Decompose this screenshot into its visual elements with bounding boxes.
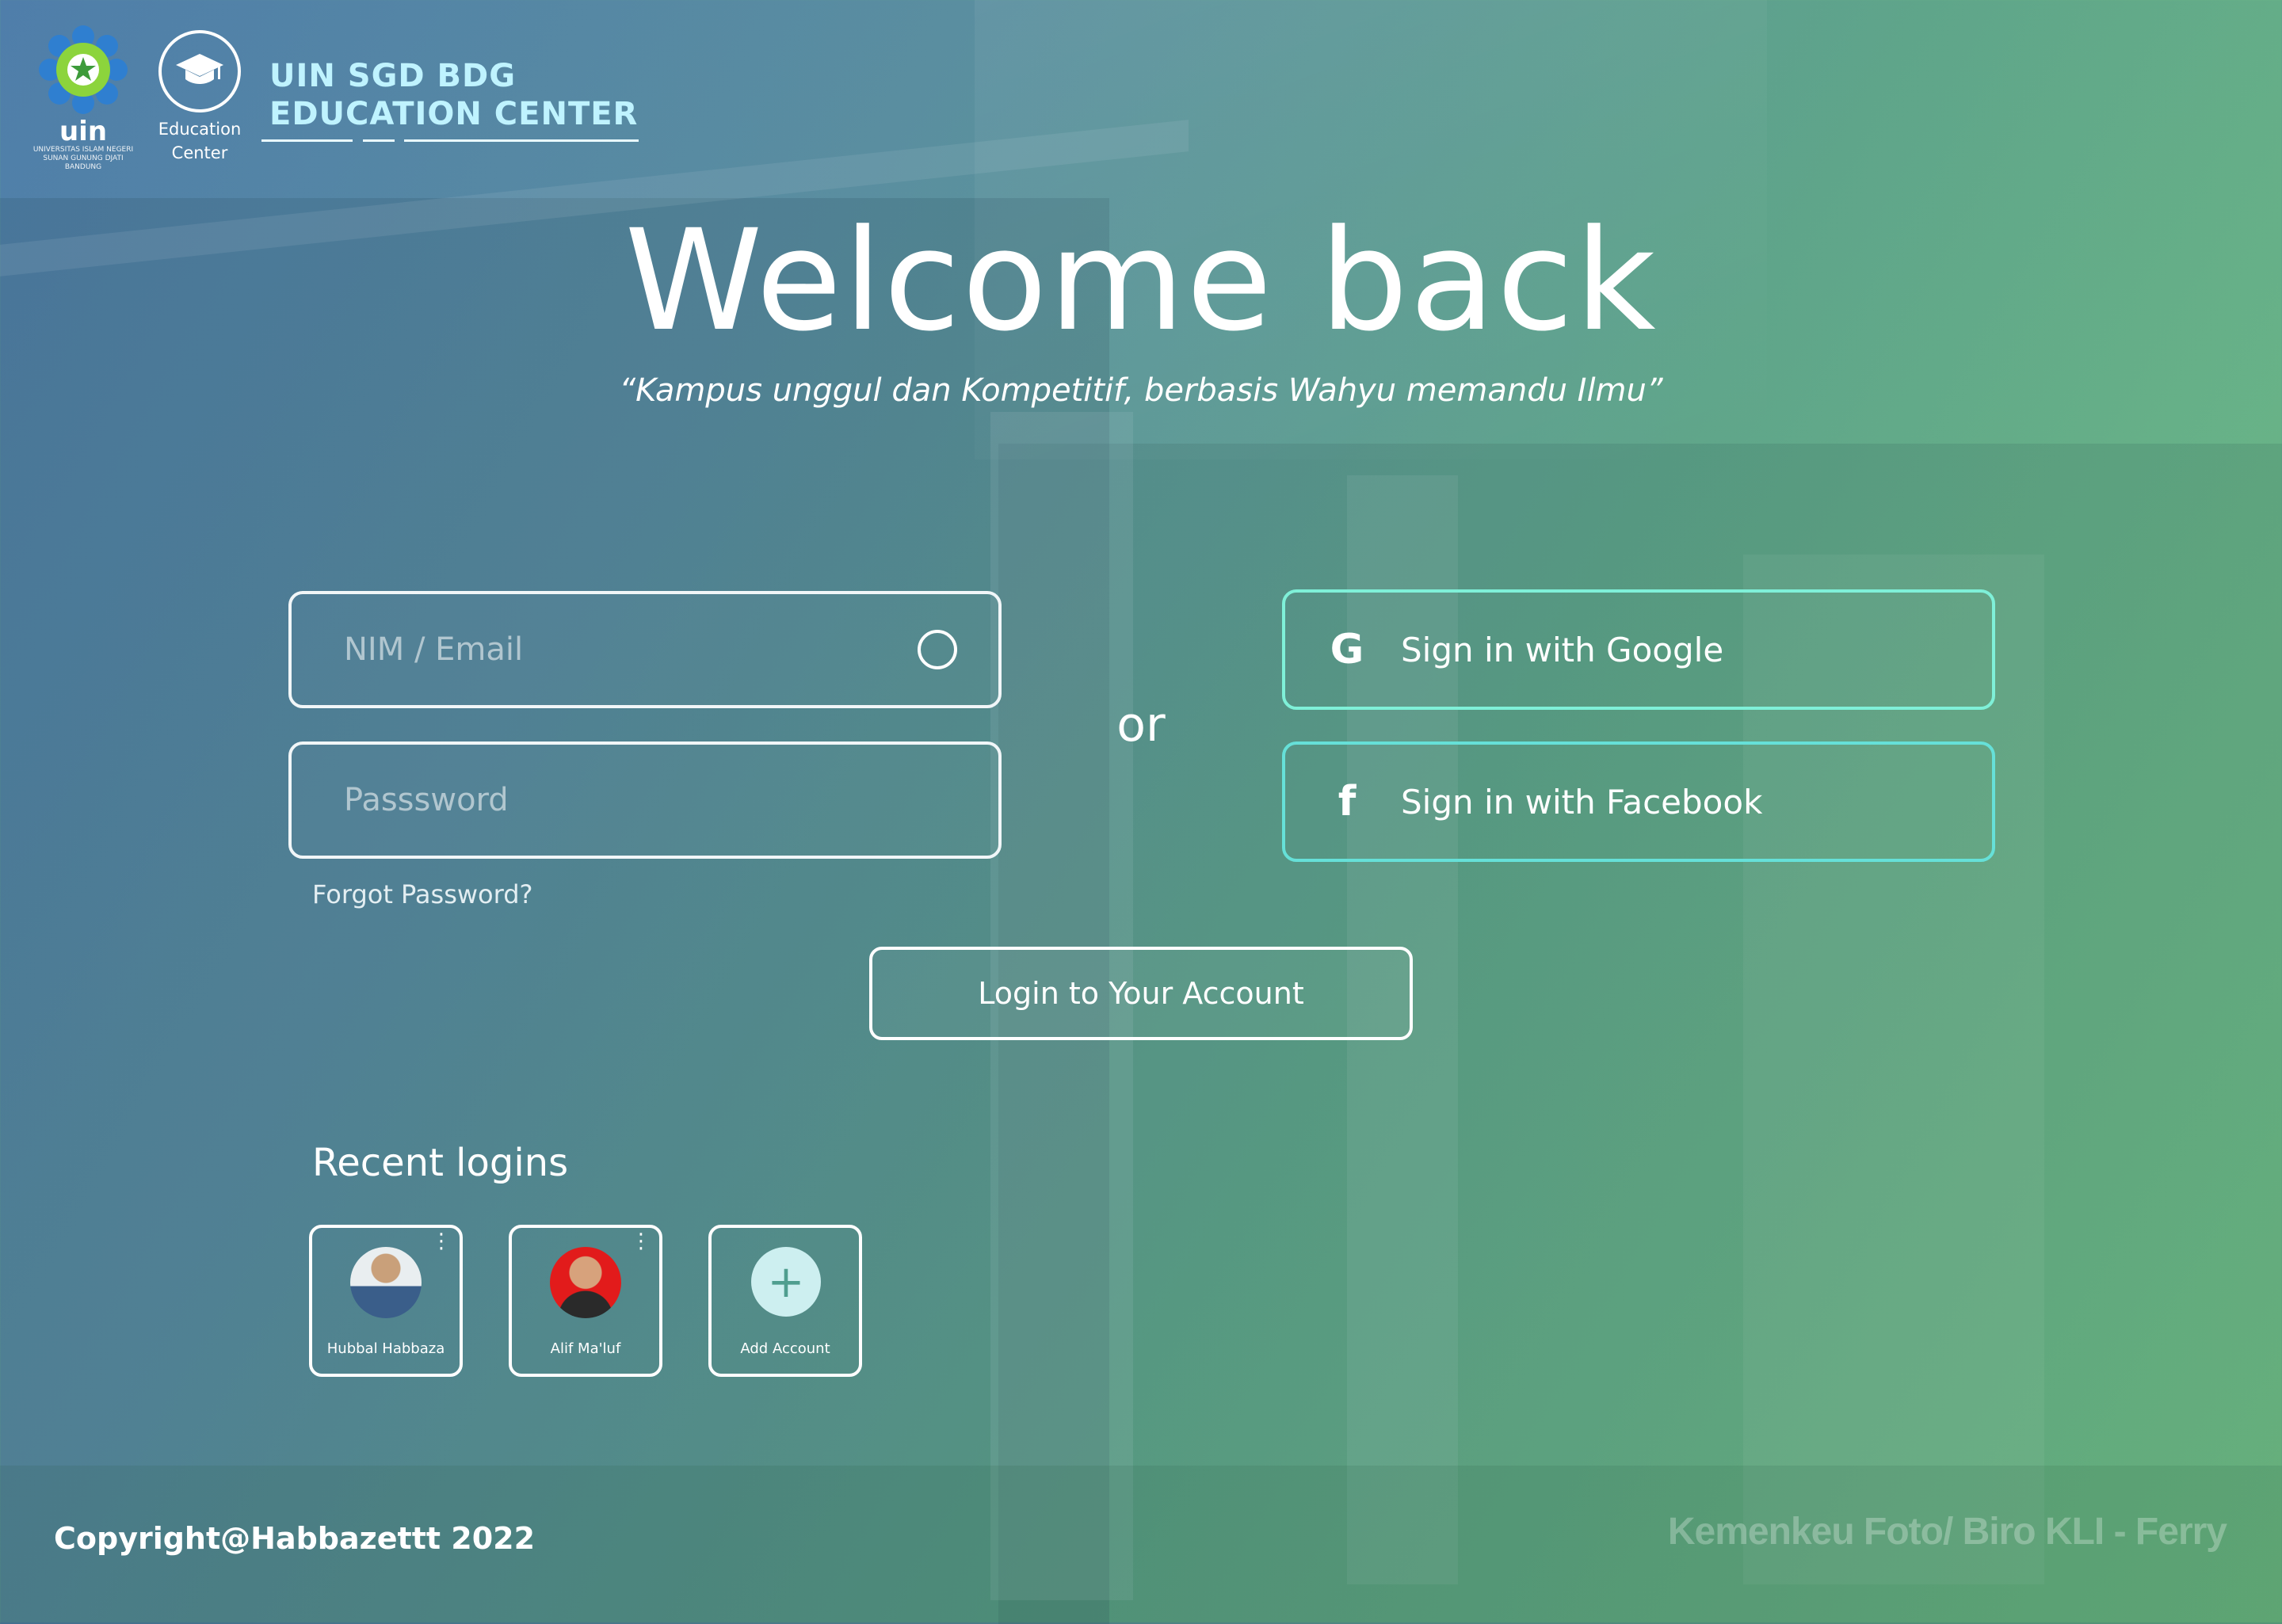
- input-status-icon: [918, 630, 957, 669]
- copyright-text: Copyright@Habbazettt 2022: [54, 1521, 536, 1556]
- tagline: “Kampus unggul dan Kompetitif, berbasis …: [619, 372, 1663, 409]
- account-name: Alif Ma'luf: [550, 1340, 621, 1357]
- brand-title: UIN SGD BDG EDUCATION CENTER: [269, 57, 638, 133]
- recent-account-card[interactable]: ⋮ Alif Ma'luf: [509, 1225, 662, 1377]
- add-account-card[interactable]: + Add Account: [708, 1225, 862, 1377]
- nim-email-placeholder: NIM / Email: [344, 631, 524, 668]
- uin-logo-text: uin: [59, 116, 108, 147]
- brand-line-2: EDUCATION CENTER: [269, 96, 639, 132]
- password-input[interactable]: Passsword: [288, 741, 1002, 859]
- uin-flower-icon: [36, 22, 131, 117]
- login-button[interactable]: Login to Your Account: [869, 947, 1413, 1040]
- recent-logins-title: Recent logins: [312, 1141, 569, 1185]
- graduation-cap-icon: [158, 30, 241, 112]
- recent-account-card[interactable]: ⋮ Hubbal Habbaza: [309, 1225, 463, 1377]
- more-options-icon[interactable]: ⋮: [431, 1231, 452, 1252]
- forgot-password-link[interactable]: Forgot Password?: [312, 879, 533, 909]
- more-options-icon[interactable]: ⋮: [631, 1231, 651, 1252]
- or-divider: or: [1116, 697, 1166, 753]
- facebook-icon: f: [1338, 778, 1357, 825]
- plus-icon: +: [751, 1247, 821, 1317]
- google-icon: G: [1330, 626, 1364, 673]
- education-center-label: Education Center: [158, 120, 242, 162]
- avatar: [350, 1247, 422, 1318]
- brand-line-1: UIN SGD BDG: [269, 58, 517, 94]
- page-title: Welcome back: [624, 200, 1658, 362]
- uin-logo-subtext: UNIVERSITAS ISLAM NEGERI SUNAN GUNUNG DJ…: [32, 146, 134, 171]
- uin-logo: uin UNIVERSITAS ISLAM NEGERI SUNAN GUNUN…: [32, 22, 135, 171]
- add-account-label: Add Account: [740, 1340, 830, 1357]
- avatar: [550, 1247, 621, 1318]
- account-name: Hubbal Habbaza: [326, 1340, 445, 1357]
- google-label: Sign in with Google: [1401, 630, 1724, 669]
- brand-underline: [404, 139, 639, 142]
- brand-underline: [363, 139, 395, 142]
- sign-in-facebook-button[interactable]: f Sign in with Facebook: [1282, 741, 1995, 862]
- facebook-label: Sign in with Facebook: [1401, 782, 1763, 822]
- password-placeholder: Passsword: [344, 782, 509, 818]
- education-center-logo: Education Center: [157, 30, 242, 165]
- brand-underline: [261, 139, 353, 142]
- photo-credit-watermark: Kemenkeu Foto/ Biro KLI - Ferry: [1667, 1511, 2227, 1553]
- sign-in-google-button[interactable]: G Sign in with Google: [1282, 589, 1995, 710]
- nim-email-input[interactable]: NIM / Email: [288, 591, 1002, 708]
